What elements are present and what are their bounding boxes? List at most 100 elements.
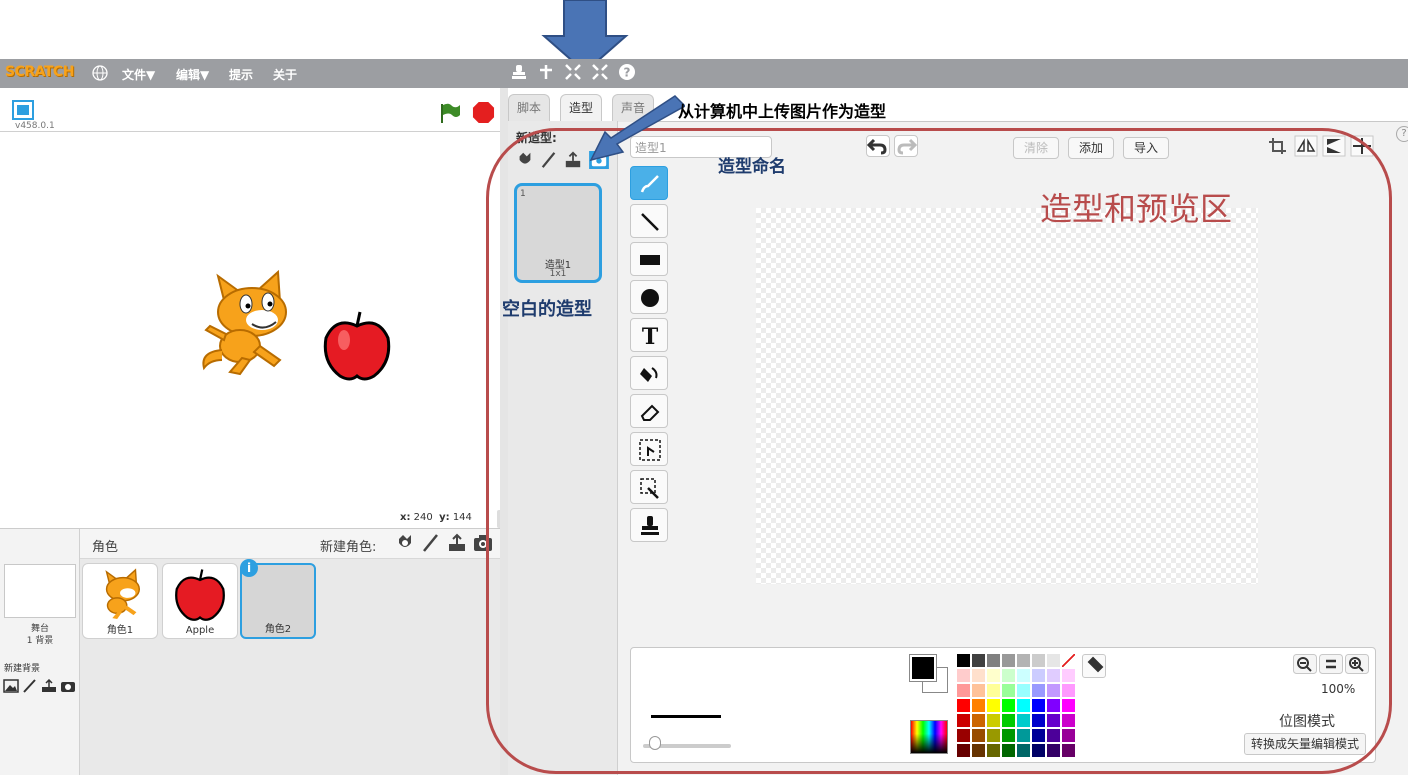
palette-swatch[interactable] (1047, 699, 1060, 712)
palette-swatch[interactable] (972, 654, 985, 667)
fill-tool[interactable] (630, 356, 668, 390)
stage-thumbnail[interactable] (4, 564, 76, 618)
ellipse-tool[interactable] (630, 280, 668, 314)
palette-swatch[interactable] (987, 729, 1000, 742)
sprite-library-icon[interactable] (395, 533, 415, 553)
zoom-reset-icon[interactable] (1319, 654, 1343, 674)
palette-swatch[interactable] (987, 669, 1000, 682)
flip-vertical-icon[interactable] (1322, 135, 1346, 157)
palette-swatch[interactable] (1017, 654, 1030, 667)
shrink-icon[interactable] (591, 63, 609, 81)
palette-swatch[interactable] (1002, 654, 1015, 667)
apple-sprite[interactable] (322, 310, 392, 382)
palette-swatch[interactable] (1062, 744, 1075, 757)
palette-swatch[interactable] (987, 699, 1000, 712)
palette-swatch[interactable] (1002, 744, 1015, 757)
backdrop-library-icon[interactable] (3, 679, 19, 693)
palette-swatch[interactable] (1017, 729, 1030, 742)
undo-button[interactable] (866, 135, 890, 157)
palette-swatch[interactable] (972, 744, 985, 757)
grow-icon[interactable] (564, 63, 582, 81)
upload-sprite-icon[interactable] (447, 533, 467, 553)
stage-canvas[interactable] (0, 132, 500, 508)
palette-swatch[interactable] (1002, 699, 1015, 712)
palette-swatch[interactable] (1002, 714, 1015, 727)
tab-scripts[interactable]: 脚本 (508, 94, 551, 122)
import-button[interactable]: 导入 (1123, 137, 1170, 159)
palette-swatch[interactable] (972, 684, 985, 697)
select-tool[interactable] (630, 432, 668, 466)
palette-swatch[interactable] (1062, 714, 1075, 727)
cat-sprite[interactable] (196, 268, 300, 376)
palette-swatch[interactable] (972, 729, 985, 742)
zoom-in-icon[interactable] (1345, 654, 1369, 674)
upload-backdrop-icon[interactable] (41, 679, 57, 693)
palette-swatch[interactable] (957, 654, 970, 667)
menu-tips[interactable]: 提示 (229, 66, 253, 83)
palette-swatch[interactable] (1032, 729, 1045, 742)
globe-icon[interactable] (92, 65, 108, 81)
palette-swatch[interactable] (957, 669, 970, 682)
upload-costume-icon[interactable] (564, 151, 582, 169)
paint-canvas[interactable] (756, 208, 1258, 584)
palette-swatch[interactable] (1017, 669, 1030, 682)
palette-swatch[interactable] (972, 669, 985, 682)
info-icon[interactable]: i (240, 559, 258, 577)
palette-swatch[interactable] (1047, 684, 1060, 697)
palette-swatch[interactable] (1032, 699, 1045, 712)
flip-horizontal-icon[interactable] (1294, 135, 1318, 157)
fullscreen-icon[interactable] (12, 100, 34, 120)
line-tool[interactable] (630, 204, 668, 238)
paint-costume-icon[interactable] (540, 151, 558, 169)
palette-swatch[interactable] (1062, 699, 1075, 712)
palette-swatch[interactable] (1047, 729, 1060, 742)
rectangle-tool[interactable] (630, 242, 668, 276)
palette-swatch[interactable] (1002, 669, 1015, 682)
menu-about[interactable]: 关于 (273, 66, 297, 83)
palette-swatch[interactable] (1062, 654, 1075, 667)
palette-swatch[interactable] (1017, 744, 1030, 757)
stop-icon[interactable] (472, 101, 495, 124)
duplicate-stamp-icon[interactable] (510, 63, 528, 81)
palette-swatch[interactable] (1032, 684, 1045, 697)
palette-swatch[interactable] (1047, 654, 1060, 667)
palette-swatch[interactable] (1032, 654, 1045, 667)
primary-color-swatch[interactable] (910, 655, 936, 681)
sprite-tile[interactable]: Apple (162, 563, 238, 639)
green-flag-icon[interactable] (438, 102, 462, 124)
palette-swatch[interactable] (1032, 714, 1045, 727)
color-picker-gradient[interactable] (910, 720, 948, 754)
palette-swatch[interactable] (1047, 744, 1060, 757)
palette-swatch[interactable] (1062, 684, 1075, 697)
palette-swatch[interactable] (1017, 714, 1030, 727)
camera-backdrop-icon[interactable] (60, 679, 76, 693)
add-button[interactable]: 添加 (1068, 137, 1115, 159)
palette-swatch[interactable] (987, 744, 1000, 757)
convert-to-vector-button[interactable]: 转换成矢量编辑模式 (1244, 733, 1367, 755)
palette-swatch[interactable] (1062, 729, 1075, 742)
palette-swatch[interactable] (987, 684, 1000, 697)
crop-icon[interactable] (1266, 135, 1290, 157)
help-circle-icon[interactable]: ? (1396, 126, 1408, 142)
palette-swatch[interactable] (1047, 669, 1060, 682)
clear-button[interactable]: 清除 (1013, 137, 1060, 159)
palette-swatch[interactable] (972, 714, 985, 727)
sprite-tile[interactable]: 角色1 (82, 563, 158, 639)
menu-edit[interactable]: 编辑▼ (176, 66, 209, 83)
costume-tile[interactable]: 1 造型1 1x1 (514, 183, 602, 283)
zoom-out-icon[interactable] (1293, 654, 1317, 674)
palette-swatch[interactable] (987, 654, 1000, 667)
palette-swatch[interactable] (1017, 684, 1030, 697)
set-center-icon[interactable] (1350, 135, 1374, 157)
help-icon[interactable]: ? (618, 63, 636, 81)
brush-tool[interactable] (630, 166, 668, 200)
eyedropper-button[interactable] (1082, 654, 1106, 678)
palette-swatch[interactable] (987, 714, 1000, 727)
palette-swatch[interactable] (957, 714, 970, 727)
costume-library-icon[interactable] (516, 151, 534, 169)
menu-file[interactable]: 文件▼ (122, 66, 155, 83)
palette-swatch[interactable] (957, 744, 970, 757)
palette-swatch[interactable] (1017, 699, 1030, 712)
scratch-logo[interactable]: SCRATCH (5, 64, 74, 80)
paint-backdrop-icon[interactable] (22, 679, 38, 693)
